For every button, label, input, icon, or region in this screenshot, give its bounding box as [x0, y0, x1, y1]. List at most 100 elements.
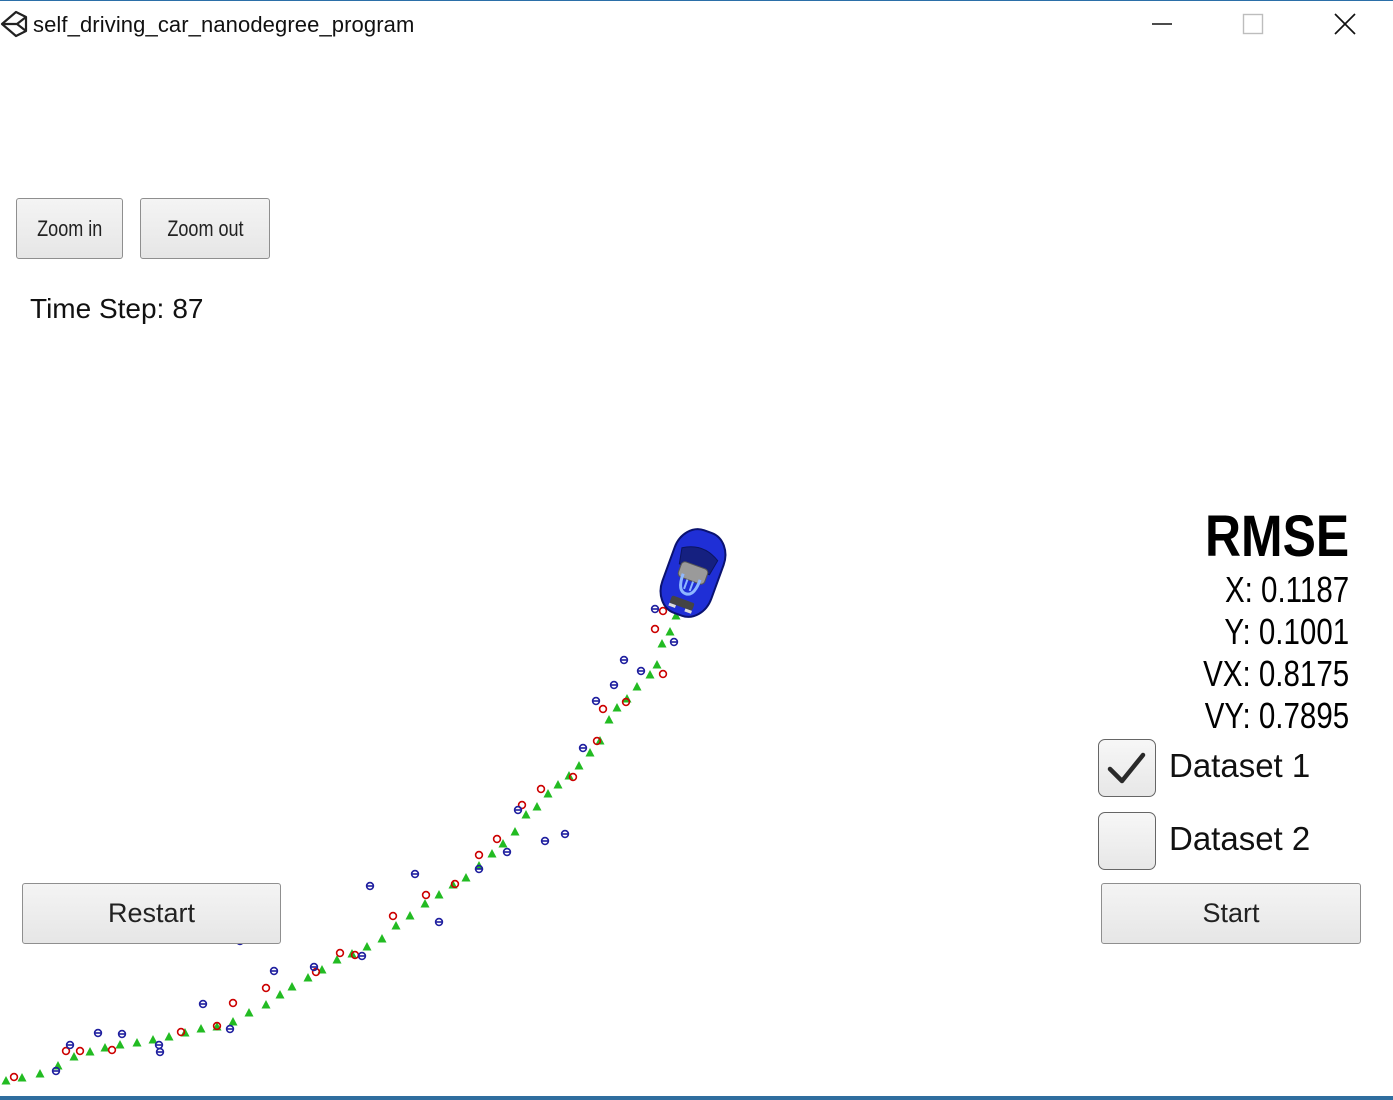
rmse-vx-label: VX:: [1202, 653, 1251, 694]
lidar-marker: [658, 669, 668, 679]
radar-marker: [269, 966, 279, 976]
estimate-marker: [532, 802, 542, 811]
maximize-icon: [1242, 13, 1264, 35]
radar-marker: [578, 743, 588, 753]
estimate-marker: [275, 990, 285, 999]
estimate-marker: [510, 827, 520, 836]
estimate-marker: [244, 1008, 254, 1017]
estimate-marker: [553, 780, 563, 789]
radar-marker: [117, 1029, 127, 1039]
estimate-marker: [1, 1076, 11, 1085]
estimate-marker: [521, 810, 531, 819]
lidar-marker: [474, 850, 484, 860]
estimate-marker: [604, 715, 614, 724]
estimate-marker: [115, 1040, 125, 1049]
estimate-marker: [612, 703, 622, 712]
estimate-marker: [665, 627, 675, 636]
dataset-1-checkbox[interactable]: [1098, 739, 1156, 797]
radar-marker: [410, 869, 420, 879]
start-label: Start: [1202, 898, 1260, 928]
rmse-vx: VX: 0.8175: [1203, 653, 1349, 695]
lidar-marker: [650, 624, 660, 634]
estimate-markers: [1, 611, 681, 1085]
radar-marker: [560, 829, 570, 839]
rmse-title: RMSE: [1204, 504, 1349, 569]
rmse-x: X: 0.1187: [1203, 569, 1349, 611]
restart-button[interactable]: Restart: [22, 883, 281, 944]
radar-marker: [513, 805, 523, 815]
rmse-vy-value: 0.7895: [1258, 695, 1349, 736]
estimate-marker: [420, 899, 430, 908]
radar-marker: [591, 696, 601, 706]
rmse-y: Y: 0.1001: [1203, 611, 1349, 653]
lidar-marker: [421, 890, 431, 900]
radar-marker: [93, 1028, 103, 1038]
estimate-marker: [574, 761, 584, 770]
close-button[interactable]: [1322, 2, 1368, 46]
maximize-button[interactable]: [1230, 2, 1276, 46]
estimate-marker: [405, 911, 415, 920]
estimate-marker: [261, 1000, 271, 1009]
lidar-marker: [107, 1045, 117, 1055]
radar-markers: [51, 604, 679, 1076]
estimate-marker: [377, 934, 387, 943]
radar-marker: [650, 604, 660, 614]
lidar-marker: [598, 704, 608, 714]
lidar-marker: [536, 784, 546, 794]
window-title: self_driving_car_nanodegree_program: [33, 12, 415, 37]
dataset-2-label: Dataset 2: [1169, 820, 1311, 857]
estimate-marker: [85, 1047, 95, 1056]
lidar-marker: [492, 834, 502, 844]
estimate-marker: [196, 1024, 206, 1033]
rmse-vx-value: 0.8175: [1258, 653, 1349, 694]
lidar-marker: [261, 983, 271, 993]
unity-logo-icon: [0, 10, 28, 38]
lidar-marker: [228, 998, 238, 1008]
radar-marker: [540, 836, 550, 846]
radar-marker: [365, 881, 375, 891]
radar-marker: [669, 637, 679, 647]
estimate-marker: [164, 1032, 174, 1041]
rmse-y-label: Y:: [1224, 611, 1251, 652]
radar-marker: [198, 999, 208, 1009]
estimate-marker: [632, 682, 642, 691]
estimate-marker: [287, 982, 297, 991]
lidar-marker: [388, 911, 398, 921]
simulator-viewport: Zoom in Zoom out Time Step: 87 RMSE X: 0.…: [0, 47, 1393, 1096]
estimate-marker: [434, 890, 444, 899]
lidar-marker: [9, 1072, 19, 1082]
window-border: [0, 1096, 1393, 1100]
restart-label: Restart: [107, 898, 196, 928]
radar-marker: [65, 1040, 75, 1050]
start-button[interactable]: Start: [1101, 883, 1361, 944]
minimize-icon: [1152, 23, 1172, 25]
radar-marker: [357, 951, 367, 961]
rmse-y-value: 0.1001: [1258, 611, 1349, 652]
title-bar: self_driving_car_nanodegree_program: [0, 1, 1393, 47]
estimate-marker: [461, 873, 471, 882]
estimate-marker: [657, 639, 667, 648]
estimate-marker: [391, 921, 401, 930]
radar-marker: [154, 1040, 164, 1050]
radar-marker: [502, 847, 512, 857]
radar-marker: [609, 680, 619, 690]
estimate-marker: [303, 973, 313, 982]
rmse-vy: VY: 0.7895: [1203, 695, 1349, 737]
rmse-x-value: 0.1187: [1260, 569, 1349, 610]
lidar-marker: [335, 948, 345, 958]
minimize-button[interactable]: [1139, 2, 1185, 46]
close-icon: [1334, 13, 1356, 35]
radar-marker: [155, 1047, 165, 1057]
dataset-2-checkbox[interactable]: [1098, 812, 1156, 870]
rmse-panel: RMSE X: 0.1187 Y: 0.1001 VX: 0.8175 VY: …: [1171, 505, 1349, 737]
estimate-marker: [35, 1069, 45, 1078]
dataset-1-label: Dataset 1: [1169, 747, 1311, 784]
estimate-marker: [487, 849, 497, 858]
lidar-markers: [9, 606, 668, 1082]
estimate-marker: [17, 1073, 27, 1082]
radar-marker: [636, 666, 646, 676]
estimate-marker: [652, 660, 662, 669]
checkmark-icon: [1107, 752, 1146, 784]
radar-marker: [434, 917, 444, 927]
estimate-marker: [228, 1017, 238, 1026]
